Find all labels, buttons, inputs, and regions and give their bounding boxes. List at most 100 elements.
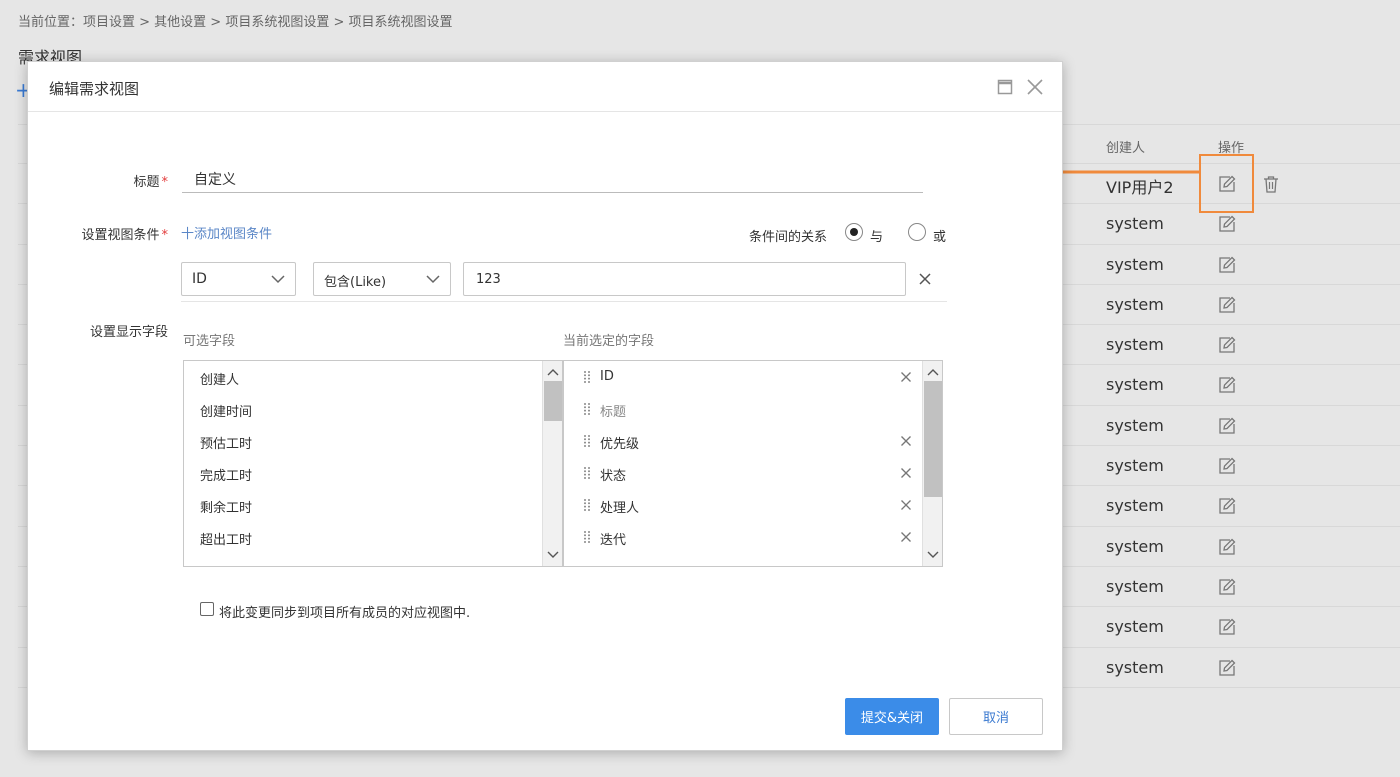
- available-field-item[interactable]: 完成工时: [184, 457, 540, 489]
- scroll-up-icon[interactable]: [543, 363, 563, 381]
- relation-label: 条件间的关系: [749, 230, 828, 245]
- edit-icon[interactable]: [1217, 577, 1237, 597]
- edit-icon[interactable]: [1217, 214, 1237, 234]
- field-label: 状态: [600, 469, 627, 484]
- annotation-highlight-box: [1199, 154, 1254, 213]
- condition-field-select[interactable]: ID: [181, 262, 296, 296]
- row-creator: system: [1106, 294, 1164, 314]
- add-view-icon[interactable]: +: [15, 80, 32, 100]
- available-field-item[interactable]: 预估工时: [184, 425, 540, 457]
- row-creator: system: [1106, 536, 1164, 556]
- remove-field-icon[interactable]: [900, 435, 912, 447]
- drag-handle-icon[interactable]: [583, 466, 591, 480]
- edit-icon[interactable]: [1217, 658, 1237, 678]
- row-creator: system: [1106, 496, 1164, 516]
- row-creator: system: [1106, 617, 1164, 637]
- selected-field-item[interactable]: 处理人: [564, 489, 920, 521]
- scrollbar-thumb[interactable]: [544, 381, 562, 421]
- field-label: 剩余工时: [200, 501, 253, 516]
- remove-condition-icon[interactable]: [917, 271, 933, 287]
- drag-handle-icon[interactable]: [583, 402, 591, 416]
- remove-field-icon[interactable]: [900, 467, 912, 479]
- edit-icon[interactable]: [1217, 375, 1237, 395]
- relation-and-label: 与: [870, 230, 884, 245]
- scroll-down-icon[interactable]: [543, 546, 563, 564]
- condition-operator-value: 包含(Like): [324, 275, 387, 290]
- field-label: ID: [600, 369, 614, 384]
- field-label: 完成工时: [200, 469, 253, 484]
- add-condition-link[interactable]: 十添加视图条件: [181, 223, 272, 242]
- breadcrumb: 当前位置：项目设置 > 其他设置 > 项目系统视图设置 > 项目系统视图设置: [18, 15, 453, 30]
- selected-scrollbar[interactable]: [922, 361, 942, 566]
- column-header-creator: 创建人: [1106, 141, 1146, 156]
- submit-close-button[interactable]: 提交&关闭: [845, 698, 939, 735]
- available-field-item[interactable]: 创建人: [184, 361, 540, 393]
- edit-view-dialog: 编辑需求视图 标题* 设置视图条件* 十添加视图条件 条件间的关系 与 或 ID…: [27, 61, 1063, 751]
- field-label: 迭代: [600, 533, 627, 548]
- field-label: 超出工时: [200, 533, 253, 548]
- selected-field-item[interactable]: 状态: [564, 457, 920, 489]
- maximize-icon[interactable]: [997, 79, 1013, 95]
- field-label: 预估工时: [200, 437, 253, 452]
- divider: [181, 301, 947, 302]
- selected-field-item[interactable]: ID: [564, 361, 920, 393]
- drag-handle-icon[interactable]: [583, 530, 591, 544]
- available-fields-header: 可选字段: [183, 334, 236, 349]
- field-label: 标题: [600, 405, 627, 420]
- edit-icon[interactable]: [1217, 496, 1237, 516]
- scroll-down-icon[interactable]: [923, 546, 943, 564]
- condition-value-input[interactable]: [463, 262, 906, 296]
- edit-icon[interactable]: [1217, 335, 1237, 355]
- edit-icon[interactable]: [1217, 255, 1237, 275]
- condition-field-value: ID: [192, 271, 207, 287]
- field-label: 创建人: [200, 373, 240, 388]
- available-field-item[interactable]: 超出工时: [184, 521, 540, 553]
- sync-checkbox[interactable]: [200, 602, 214, 616]
- relation-or-label: 或: [933, 230, 947, 245]
- row-creator: system: [1106, 576, 1164, 596]
- cancel-button[interactable]: 取消: [949, 698, 1043, 735]
- remove-field-icon[interactable]: [900, 371, 912, 383]
- chevron-down-icon: [271, 275, 285, 284]
- edit-icon[interactable]: [1217, 537, 1237, 557]
- edit-icon[interactable]: [1217, 617, 1237, 637]
- edit-icon[interactable]: [1217, 416, 1237, 436]
- available-field-item[interactable]: 创建时间: [184, 393, 540, 425]
- row-creator: system: [1106, 214, 1164, 234]
- available-field-item[interactable]: 剩余工时: [184, 489, 540, 521]
- drag-handle-icon[interactable]: [583, 370, 591, 384]
- edit-icon[interactable]: [1217, 295, 1237, 315]
- remove-field-icon[interactable]: [900, 499, 912, 511]
- scroll-up-icon[interactable]: [923, 363, 943, 381]
- field-label: 创建时间: [200, 405, 253, 420]
- title-input[interactable]: [182, 166, 923, 193]
- field-label: 优先级: [600, 437, 640, 452]
- dialog-header: 编辑需求视图: [28, 62, 1062, 112]
- row-creator: system: [1106, 375, 1164, 395]
- available-scrollbar[interactable]: [542, 361, 562, 566]
- selected-field-item[interactable]: 优先级: [564, 425, 920, 457]
- selected-field-item[interactable]: 标题: [564, 393, 920, 425]
- row-creator: system: [1106, 456, 1164, 476]
- remove-field-icon[interactable]: [900, 531, 912, 543]
- sync-label: 将此变更同步到项目所有成员的对应视图中.: [219, 606, 471, 621]
- selected-field-item[interactable]: 迭代: [564, 521, 920, 553]
- conditions-label: 设置视图条件 *: [81, 228, 168, 243]
- row-creator: system: [1106, 335, 1164, 355]
- dialog-title: 编辑需求视图: [49, 80, 140, 98]
- close-icon[interactable]: [1025, 77, 1045, 97]
- selected-fields-header: 当前选定的字段: [563, 334, 655, 349]
- row-creator: system: [1106, 657, 1164, 677]
- drag-handle-icon[interactable]: [583, 498, 591, 512]
- condition-operator-select[interactable]: 包含(Like): [313, 262, 451, 296]
- edit-icon[interactable]: [1217, 456, 1237, 476]
- relation-and-radio[interactable]: [845, 223, 863, 241]
- trash-icon[interactable]: [1261, 174, 1281, 194]
- row-creator: system: [1106, 254, 1164, 274]
- scrollbar-thumb[interactable]: [924, 381, 942, 497]
- selected-fields-list[interactable]: ID 标题优先级状态处理人迭代: [563, 360, 943, 567]
- available-fields-list[interactable]: 创建人创建时间预估工时完成工时剩余工时超出工时: [183, 360, 563, 567]
- relation-or-radio[interactable]: [908, 223, 926, 241]
- row-creator: system: [1106, 415, 1164, 435]
- drag-handle-icon[interactable]: [583, 434, 591, 448]
